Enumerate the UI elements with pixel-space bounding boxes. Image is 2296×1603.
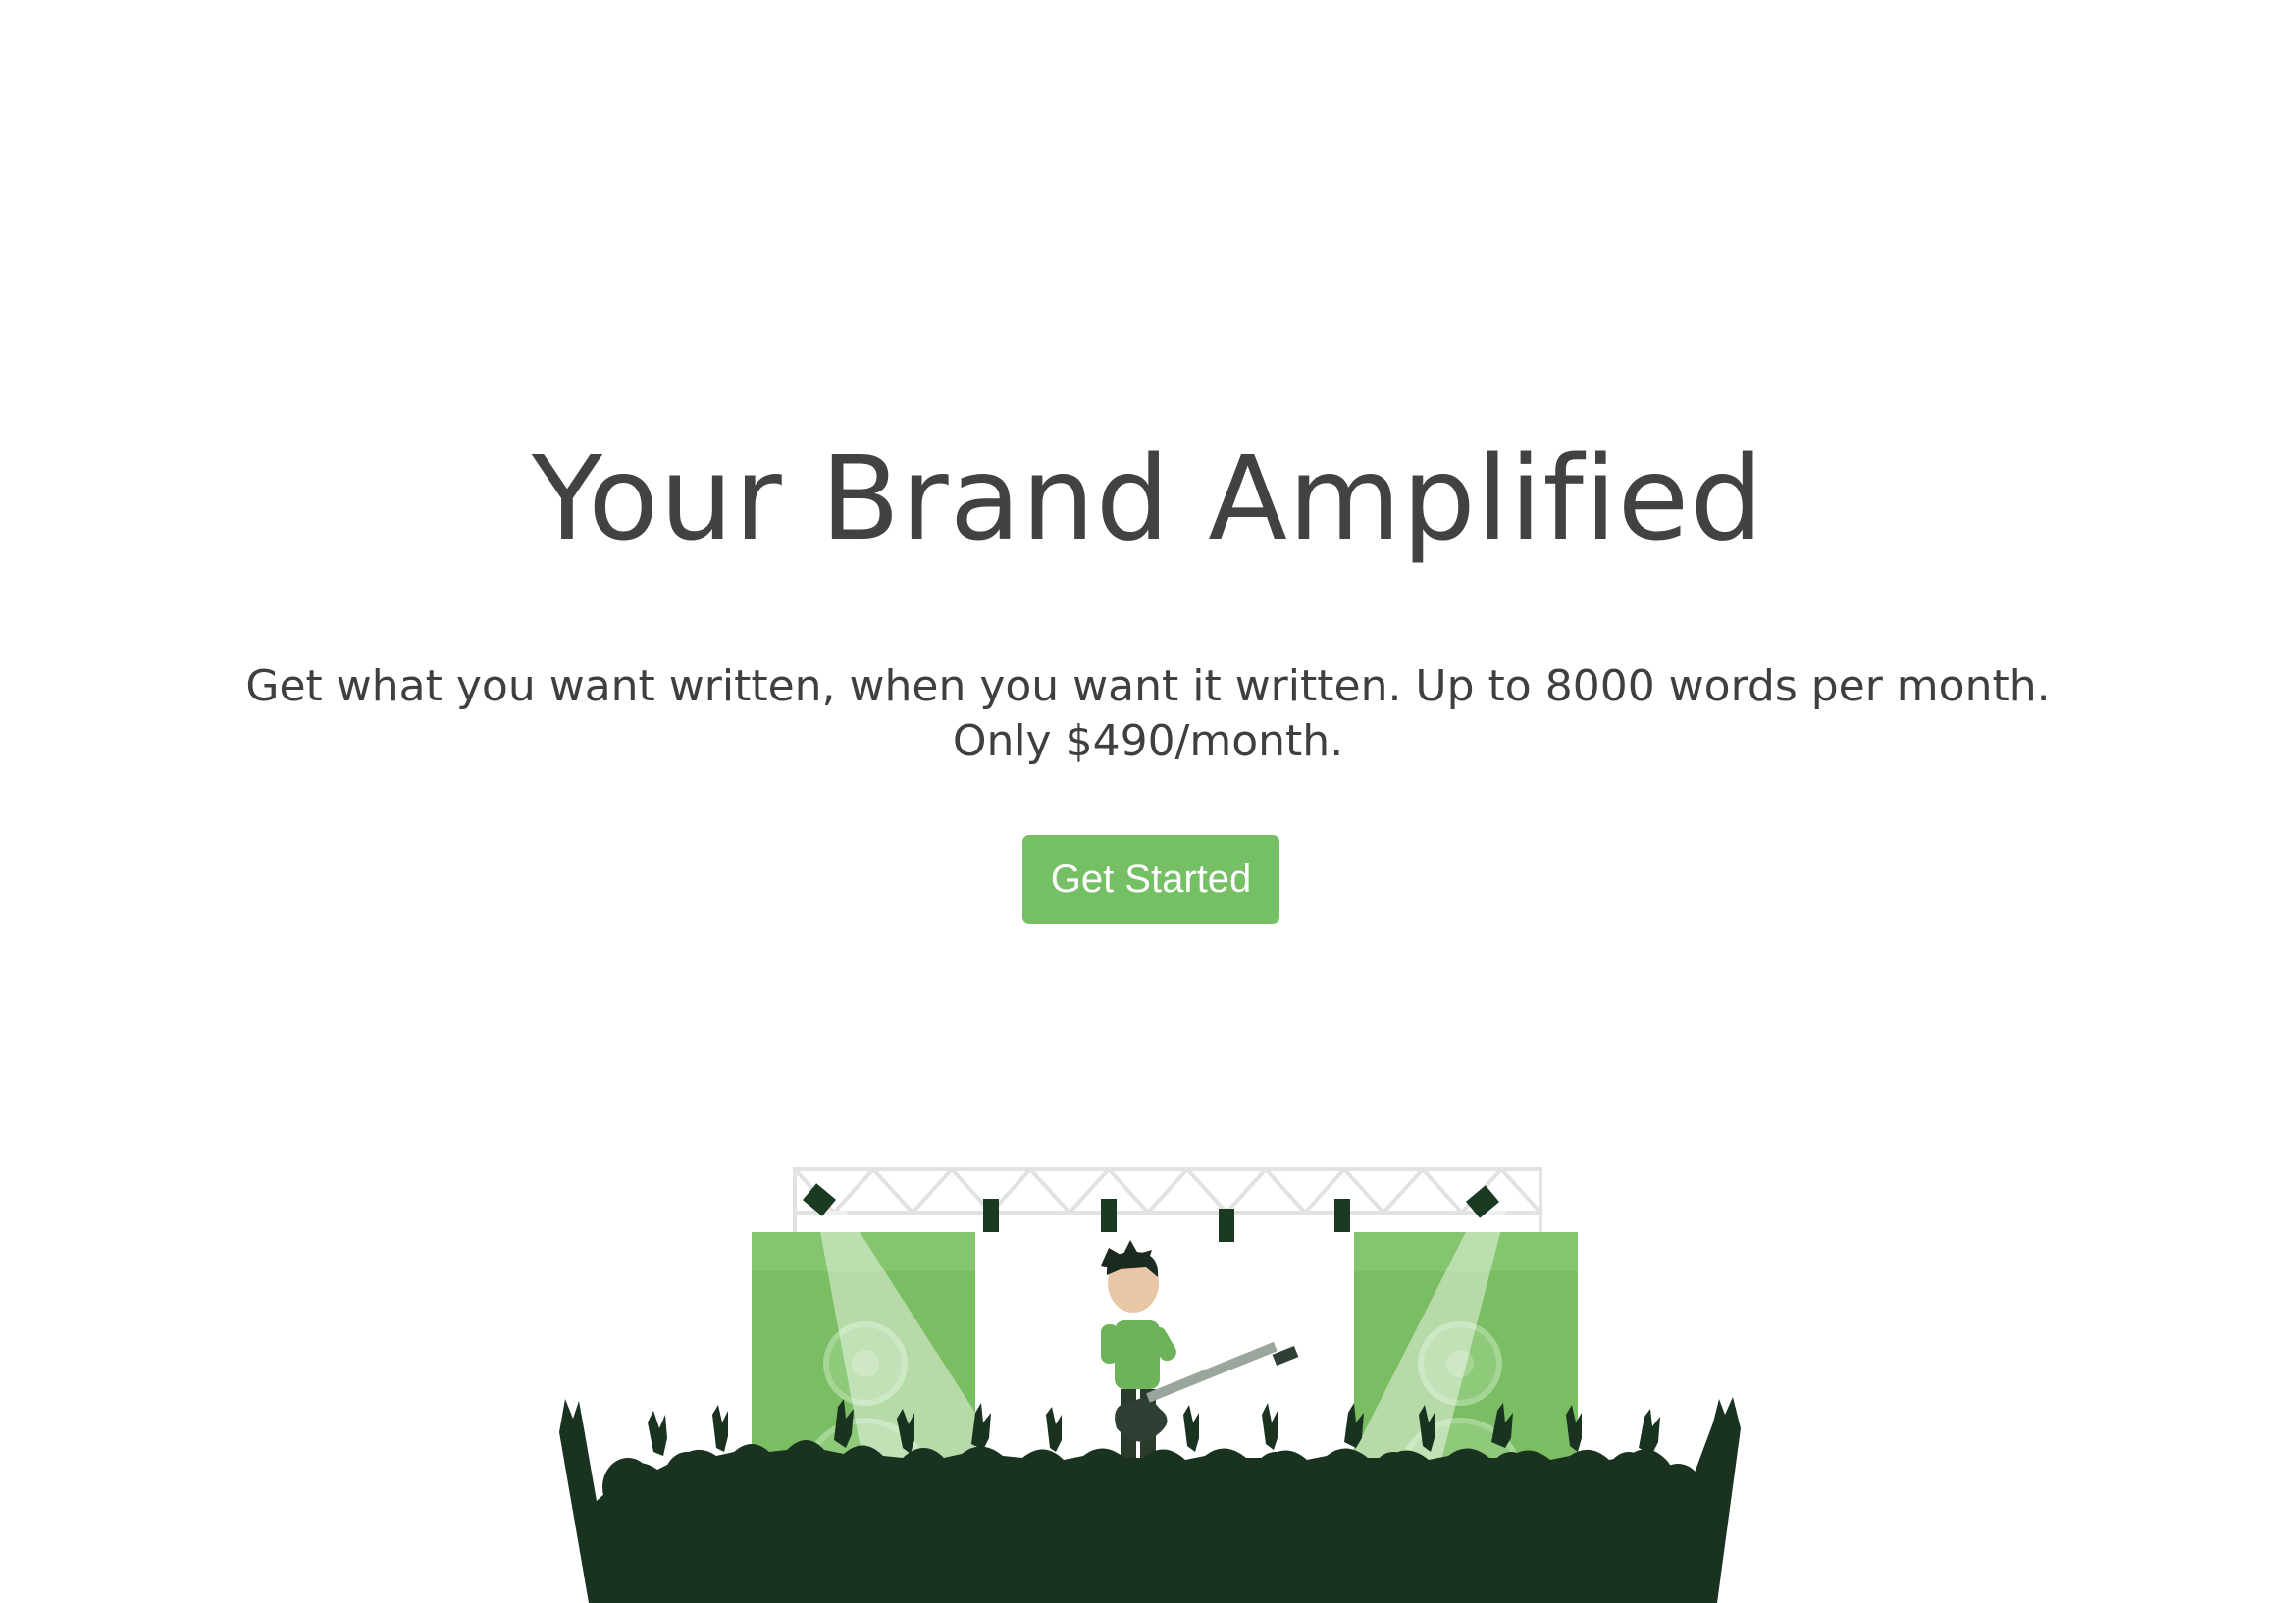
hero-title: Your Brand Amplified [531, 431, 1765, 566]
concert-stage-illustration [559, 1166, 1741, 1603]
stage-truss [793, 1166, 1542, 1236]
landing-page: Your Brand Amplified Get what you want w… [0, 0, 2296, 1603]
hero-subtitle: Get what you want written, when you want… [245, 661, 2051, 766]
get-started-button[interactable]: Get Started [1022, 835, 1279, 924]
